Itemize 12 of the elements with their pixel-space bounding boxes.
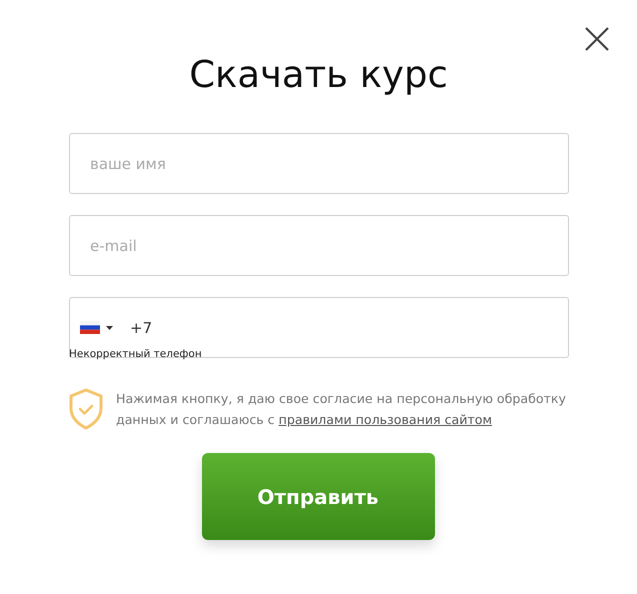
input-field[interactable]: ваше имя [69,133,569,194]
country-selector[interactable] [78,321,115,334]
flag-icon [80,321,100,334]
shield-check-icon [68,388,104,430]
error-message: Некорректный телефон [69,348,202,361]
form-title: Скачать курс [188,52,449,98]
close-button[interactable] [584,26,610,52]
close-icon [584,26,610,52]
consent-text: Нажимая кнопку, я даю свое согласие на персональную обработку данных и соглашаюсь с правилами пользования сайтом [116,390,567,429]
caret-icon [106,326,113,330]
terms-link[interactable]: правилами пользования сайтом [278,412,492,427]
input-field[interactable]: e-mail [69,215,569,276]
